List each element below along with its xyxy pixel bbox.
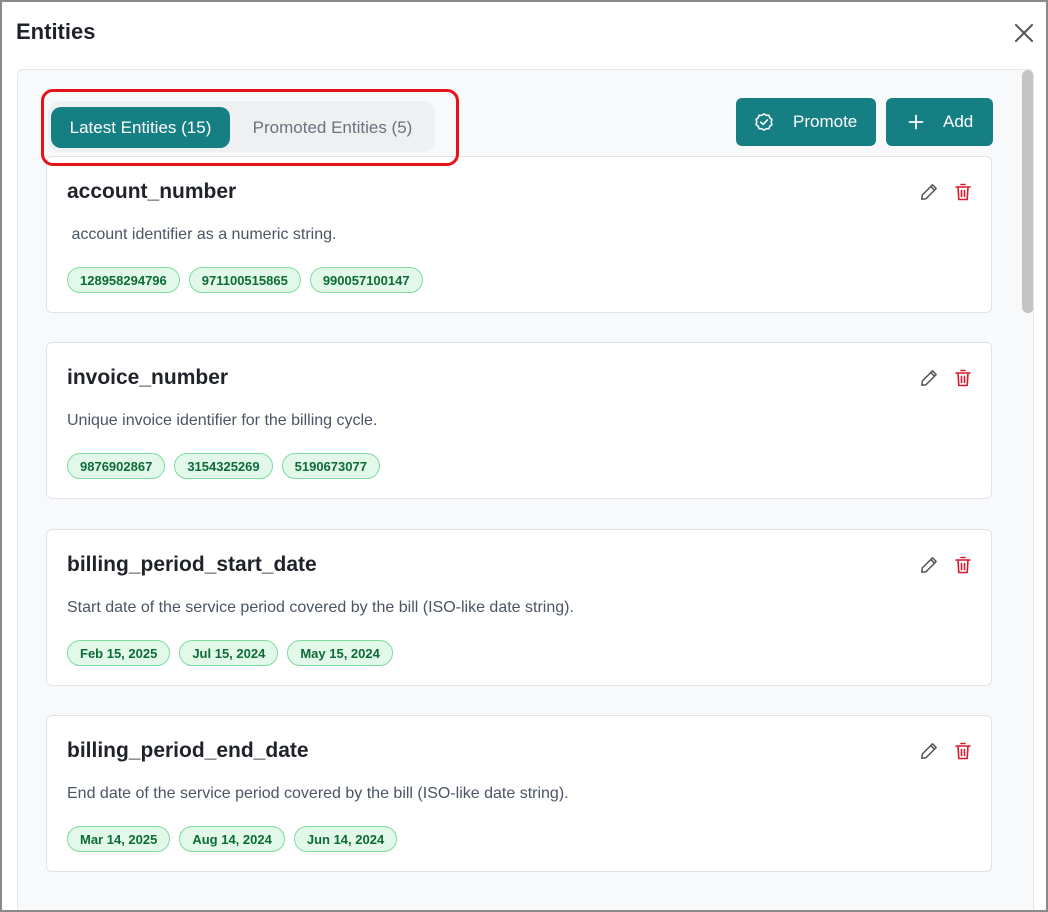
- entity-tabs: Latest Entities (15) Promoted Entities (…: [48, 101, 435, 152]
- tab-promoted-entities[interactable]: Promoted Entities (5): [240, 107, 425, 148]
- example-tag: 990057100147: [309, 267, 423, 293]
- pencil-icon[interactable]: [919, 368, 939, 388]
- example-tag: Feb 15, 2025: [67, 640, 171, 666]
- pencil-icon[interactable]: [919, 741, 939, 761]
- example-tag: 128958294796: [67, 267, 180, 293]
- pencil-icon[interactable]: [919, 182, 939, 202]
- example-tag: 3154325269: [174, 453, 273, 479]
- example-tags: 128958294796 971100515865 990057100147: [67, 267, 423, 293]
- tab-latest-entities[interactable]: Latest Entities (15): [51, 107, 230, 148]
- entity-card: account_number account identifier as a n…: [46, 156, 992, 313]
- entity-description: End date of the service period covered b…: [67, 785, 569, 802]
- close-icon[interactable]: [1013, 22, 1035, 44]
- promote-button[interactable]: Promote: [736, 98, 876, 146]
- entity-description: account identifier as a numeric string.: [67, 226, 337, 243]
- add-label: Add: [943, 112, 974, 131]
- dialog-title: Entities: [16, 19, 96, 44]
- example-tag: Jun 14, 2024: [293, 826, 398, 852]
- entities-dialog: Entities Latest Entities (15) Promoted E…: [0, 0, 1048, 912]
- entity-name: invoice_number: [67, 366, 229, 389]
- example-tag: 9876902867: [67, 453, 166, 479]
- entity-name: account_number: [67, 180, 237, 203]
- trash-icon[interactable]: [953, 368, 973, 388]
- example-tag: Mar 14, 2025: [67, 826, 171, 852]
- example-tags: Feb 15, 2025 Jul 15, 2024 May 15, 2024: [67, 640, 393, 666]
- add-button[interactable]: Add: [886, 98, 993, 146]
- entity-card: invoice_number Unique invoice identifier …: [46, 342, 992, 499]
- example-tag: May 15, 2024: [287, 640, 393, 666]
- trash-icon[interactable]: [953, 555, 973, 575]
- example-tag: Jul 15, 2024: [179, 640, 279, 666]
- scrollbar-thumb[interactable]: [1022, 70, 1033, 313]
- entity-card: billing_period_start_date Start date of t…: [46, 529, 992, 686]
- entities-panel: Latest Entities (15) Promoted Entities (…: [17, 69, 1034, 910]
- entity-description: Unique invoice identifier for the billin…: [67, 412, 378, 429]
- entity-name: billing_period_start_date: [67, 553, 317, 576]
- scrollbar[interactable]: [1020, 70, 1033, 910]
- example-tag: 971100515865: [188, 267, 301, 293]
- example-tag: 5190673077: [281, 453, 380, 479]
- trash-icon[interactable]: [953, 741, 973, 761]
- check-circle-icon: [754, 112, 774, 132]
- entity-card: billing_period_end_date End date of the s…: [46, 715, 992, 872]
- example-tags: 9876902867 3154325269 5190673077: [67, 453, 380, 479]
- trash-icon[interactable]: [953, 182, 973, 202]
- example-tags: Mar 14, 2025 Aug 14, 2024 Jun 14, 2024: [67, 826, 398, 852]
- entity-name: billing_period_end_date: [67, 739, 309, 762]
- promote-label: Promote: [793, 112, 858, 131]
- example-tag: Aug 14, 2024: [179, 826, 285, 852]
- entity-description: Start date of the service period covered…: [67, 599, 574, 616]
- pencil-icon[interactable]: [919, 555, 939, 575]
- plus-icon: [906, 112, 926, 132]
